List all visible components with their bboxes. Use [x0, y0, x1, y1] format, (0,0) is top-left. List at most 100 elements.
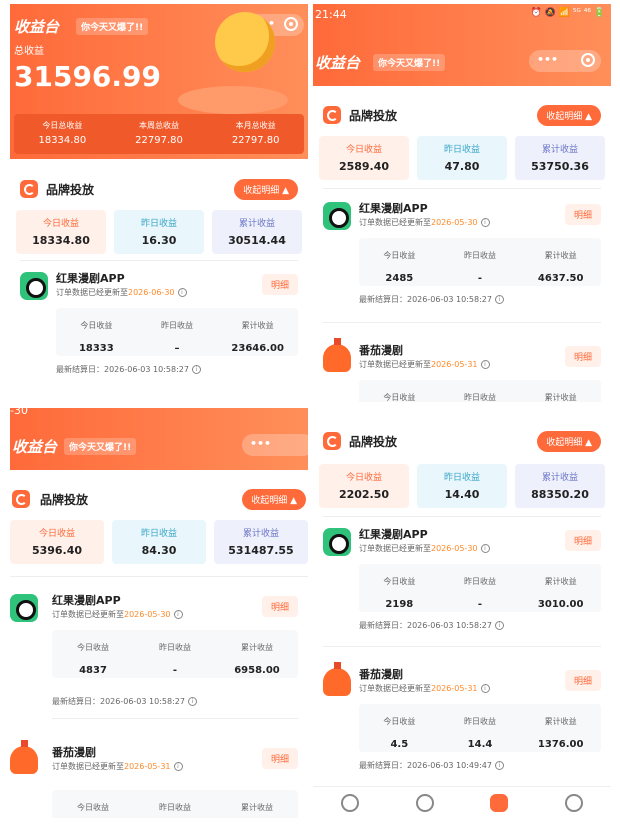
coin-illustration [215, 12, 275, 72]
info-icon[interactable]: i [494, 295, 504, 304]
divider [323, 322, 601, 323]
earnings-grid: 今日收益 昨日收益 累计收益 [359, 380, 601, 402]
fanqie-app-icon [323, 662, 351, 696]
update-note: 订单数据已经更新至2026-05-30 i [359, 543, 490, 554]
update-note: 订单数据已经更新至2026-05-31 i [359, 359, 490, 370]
app-name: 番茄漫剧 [52, 746, 96, 759]
update-note: 订单数据已经更新至2026-05-30 i [52, 609, 183, 620]
hongguo-app-icon [10, 594, 38, 622]
bottom-tab-bar [313, 786, 611, 818]
app-title: 收益台 [14, 18, 60, 36]
app-name: 红果漫剧APP [359, 202, 428, 215]
info-icon[interactable]: i [494, 621, 504, 630]
update-note: 订单数据已经更新至2026-06-30 i [56, 287, 187, 298]
stat-cumulative: 累计收益 88350.20 [515, 464, 605, 508]
stats-row: 今日收益 5396.40 昨日收益 84.30 累计收益 531487.55 [10, 520, 308, 564]
hongguo-app-icon [323, 202, 351, 230]
detail-button[interactable]: 明细 [564, 670, 601, 691]
info-icon[interactable]: i [480, 544, 490, 553]
settlement-time: 最新结算日：2026-06-03 10:58:27 i [52, 696, 197, 707]
screenshot-panel-3: -30 收益台 你今天又爆了!! ••• 品牌投放 收起明细 ▲ 今日收益 539… [10, 408, 308, 818]
brand-section-header: 品牌投放 收起明细 ▲ [313, 428, 611, 454]
fanqie-app-icon [323, 338, 351, 372]
home-tab-icon[interactable] [341, 793, 360, 812]
brand-logo-icon [12, 490, 30, 508]
app-name: 番茄漫剧 [359, 668, 403, 681]
app-title: 收益台 [12, 438, 58, 456]
info-icon[interactable]: i [191, 365, 201, 374]
fanqie-app-icon [10, 740, 38, 774]
info-icon[interactable]: i [173, 610, 183, 619]
brand-title: 品牌投放 [349, 435, 398, 449]
profile-tab-icon[interactable] [564, 793, 583, 812]
summary-strip: 今日总收益 18334.80 本周总收益 22797.80 本月总收益 22797.8… [14, 114, 304, 154]
stat-cumulative: 累计收益 30514.44 [212, 210, 302, 254]
brand-logo-icon [323, 106, 341, 124]
brand-section-header: 品牌投放 收起明细 ▲ [313, 102, 611, 128]
divider [10, 576, 308, 577]
detail-button[interactable]: 明细 [261, 274, 298, 295]
brand-title: 品牌投放 [349, 109, 398, 123]
brand-section-header: 品牌投放 收起明细 ▲ [10, 486, 308, 512]
header-bar: 21:44 ⏰ 🔕 📶 ⁵ᴳ ⁴⁶ 🔋 收益台 你今天又爆了!! ••• [313, 4, 611, 86]
info-icon[interactable]: i [177, 288, 187, 297]
settlement-time: 最新结算日：2026-06-03 10:58:27 i [359, 620, 504, 631]
mini-program-capsule[interactable]: ••• [529, 50, 601, 72]
collapse-details-button[interactable]: 收起明细 ▲ [242, 489, 306, 510]
mini-program-capsule[interactable]: ••• [242, 434, 308, 456]
stat-yesterday: 昨日收益 14.40 [417, 464, 507, 508]
screenshot-panel-4: 品牌投放 收起明细 ▲ 今日收益 2202.50 昨日收益 14.40 累计收益 88… [313, 408, 611, 818]
app-card-fanqie: 番茄漫剧 订单数据已经更新至2026-05-31 i 明细 今日收益 昨日收益 累… [10, 740, 308, 818]
close-circle-icon[interactable] [581, 53, 595, 67]
update-note: 订单数据已经更新至2026-05-31 i [359, 683, 490, 694]
settlement-time: 最新结算日：2026-06-03 10:58:27 i [56, 364, 201, 375]
app-name: 番茄漫剧 [359, 344, 403, 357]
detail-button[interactable]: 明细 [564, 530, 601, 551]
detail-button[interactable]: 明细 [564, 204, 601, 225]
bolt-tab-icon[interactable] [415, 793, 434, 812]
earnings-grid: 今日收益 2485 昨日收益 - 累计收益 4637.50 [359, 238, 601, 286]
settlement-time: 最新结算日：2026-06-03 10:58:27 i [359, 294, 504, 305]
hongguo-app-icon [323, 528, 351, 556]
stat-yesterday: 昨日收益 84.30 [112, 520, 206, 564]
app-card-hongguo: 红果漫剧APP 订单数据已经更新至2026-05-30 i 明细 今日收益 4837… [10, 590, 308, 710]
stat-yesterday: 昨日收益 16.30 [114, 210, 204, 254]
slogan-badge: 你今天又爆了!! [64, 438, 137, 455]
info-icon[interactable]: i [480, 218, 490, 227]
slogan-badge: 你今天又爆了!! [76, 18, 149, 35]
stat-cumulative: 累计收益 531487.55 [214, 520, 308, 564]
earnings-grid: 今日收益 4.5 昨日收益 14.4 累计收益 1376.00 [359, 704, 601, 752]
detail-button[interactable]: 明细 [564, 346, 601, 367]
info-icon[interactable]: i [480, 684, 490, 693]
info-icon[interactable]: i [187, 697, 197, 706]
earnings-tab-icon[interactable] [490, 793, 509, 812]
info-icon[interactable]: i [480, 360, 490, 369]
stat-yesterday: 昨日收益 47.80 [417, 136, 507, 180]
update-note: 订单数据已经更新至2026-05-30 i [359, 217, 490, 228]
detail-button[interactable]: 明细 [261, 748, 298, 769]
app-name: 红果漫剧APP [56, 272, 125, 285]
more-icon[interactable]: ••• [537, 53, 558, 66]
stat-today: 今日收益 5396.40 [10, 520, 104, 564]
collapse-details-button[interactable]: 收起明细 ▲ [234, 179, 298, 200]
info-icon[interactable]: i [173, 762, 183, 771]
hongguo-app-icon [20, 272, 48, 300]
stat-today: 今日收益 2589.40 [319, 136, 409, 180]
app-card-hongguo: 红果漫剧APP 订单数据已经更新至2026-05-30 i 明细 今日收益 2198… [313, 524, 611, 644]
brand-logo-icon [20, 180, 38, 198]
podium-illustration [178, 86, 288, 114]
collapse-details-button[interactable]: 收起明细 ▲ [537, 431, 601, 452]
collapse-details-button[interactable]: 收起明细 ▲ [537, 105, 601, 126]
app-title: 收益台 [315, 54, 361, 72]
stats-row: 今日收益 18334.80 昨日收益 16.30 累计收益 30514.44 [16, 210, 302, 254]
hero-header: 收益台 你今天又爆了!! ••• 总收益 31596.99 今日总收益18334… [10, 4, 308, 159]
divider [323, 188, 601, 189]
total-earnings: 31596.99 [14, 60, 162, 93]
detail-button[interactable]: 明细 [261, 596, 298, 617]
screenshot-panel-1: 收益台 你今天又爆了!! ••• 总收益 31596.99 今日总收益18334… [10, 4, 308, 404]
info-icon[interactable]: i [494, 761, 504, 770]
more-icon[interactable]: ••• [250, 437, 271, 450]
close-circle-icon[interactable] [284, 17, 298, 31]
brand-section-header: 品牌投放 收起明细 ▲ [10, 176, 308, 202]
summary-week: 本周总收益 22797.80 [135, 121, 183, 146]
